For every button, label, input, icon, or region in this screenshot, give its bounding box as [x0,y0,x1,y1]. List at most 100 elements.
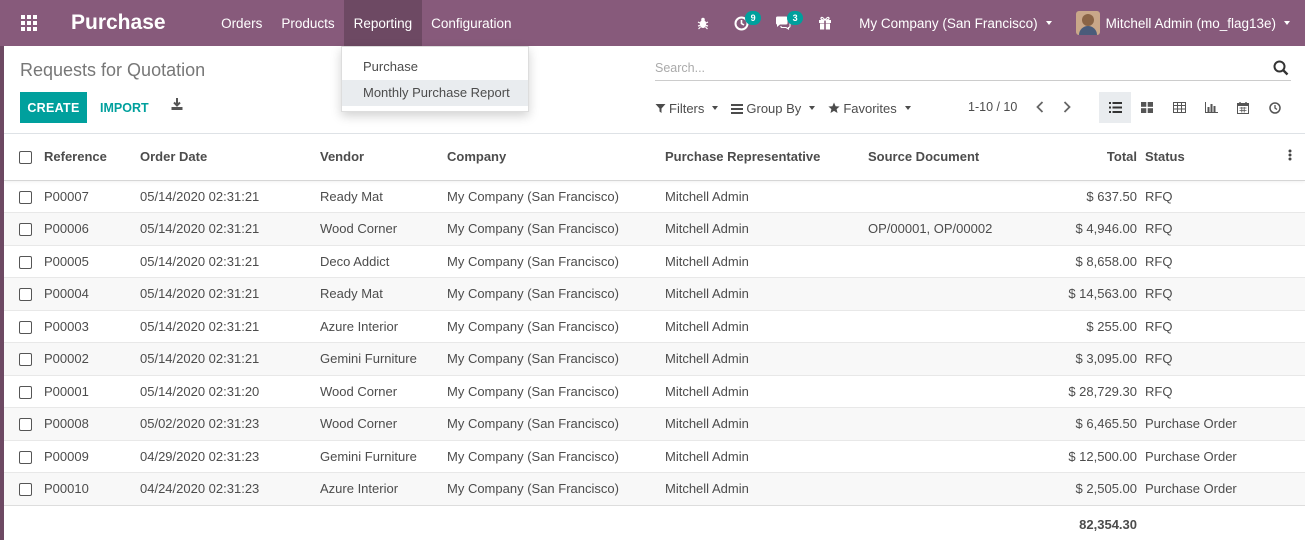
cell-purchase-representative: Mitchell Admin [665,472,868,505]
dropdown-item-monthly-purchase-report[interactable]: Monthly Purchase Report [342,80,528,106]
optional-columns-icon[interactable] [1275,134,1305,181]
cell-total: $ 8,658.00 [1014,244,1145,278]
cell-source-document [868,439,1014,473]
kanban-view-icon[interactable] [1131,92,1163,123]
calendar-view-icon[interactable] [1227,92,1259,123]
table-row[interactable]: P00007 05/14/2020 02:31:21 Ready Mat My Com… [4,180,1305,213]
cell-reference: P00001 [44,374,140,408]
menu-configuration[interactable]: Configuration [422,0,521,46]
dropdown-item-purchase[interactable]: Purchase [342,54,528,80]
company-switcher[interactable]: My Company (San Francisco) [841,16,1064,31]
cell-vendor: Wood Corner [320,374,447,408]
row-select-cell [4,407,44,440]
search-input[interactable] [655,56,1255,80]
row-checkbox[interactable] [19,223,32,237]
cell-status: RFQ [1145,277,1275,310]
cell-order-date: 05/14/2020 02:31:21 [140,212,320,245]
cell-order-date: 04/24/2020 02:31:23 [140,472,320,505]
row-checkbox[interactable] [19,190,32,204]
cell-company: My Company (San Francisco) [447,309,665,343]
menu-orders[interactable]: Orders [212,0,272,46]
bug-icon[interactable] [689,0,717,46]
column-header-order-date[interactable]: Order Date [140,134,320,181]
cell-purchase-representative: Mitchell Admin [665,309,868,343]
row-checkbox[interactable] [19,255,32,269]
column-header-source-document[interactable]: Source Document [868,134,1014,181]
cell-total: $ 12,500.00 [1014,439,1145,473]
row-checkbox[interactable] [19,288,32,302]
column-header-reference[interactable]: Reference [44,134,140,181]
import-button[interactable]: IMPORT [100,92,149,123]
row-checkbox[interactable] [19,483,32,497]
cell-total: $ 3,095.00 [1014,342,1145,375]
filters-dropdown[interactable]: Filters [655,101,719,116]
menu-reporting[interactable]: Reporting [344,0,422,46]
cell-total: $ 255.00 [1014,309,1145,343]
download-icon[interactable] [170,97,186,117]
table-row[interactable]: P00008 05/02/2020 02:31:23 Wood Corner My C… [4,407,1305,440]
row-checkbox[interactable] [19,418,32,432]
pager-previous-icon[interactable] [1030,96,1050,118]
graph-view-icon[interactable] [1195,92,1227,123]
cell-company: My Company (San Francisco) [447,277,665,310]
cell-empty [1275,342,1305,375]
column-header-company[interactable]: Company [447,134,665,181]
row-checkbox[interactable] [19,353,32,367]
row-checkbox[interactable] [19,385,32,399]
activity-view-icon[interactable] [1259,92,1291,123]
cell-company: My Company (San Francisco) [447,439,665,473]
pager-value[interactable]: 1-10 / 10 [968,100,1017,114]
apps-grid-icon[interactable] [0,0,58,46]
select-all-checkbox[interactable] [19,151,32,165]
user-menu[interactable]: Mitchell Admin (mo_flag13e) [1064,11,1305,35]
table-row[interactable]: P00004 05/14/2020 02:31:21 Ready Mat My Com… [4,277,1305,310]
table-row[interactable]: P00009 04/29/2020 02:31:23 Gemini Furnitur… [4,439,1305,473]
cell-total: $ 6,465.50 [1014,407,1145,440]
cell-company: My Company (San Francisco) [447,342,665,375]
search-icon[interactable] [1273,60,1289,76]
cell-purchase-representative: Mitchell Admin [665,374,868,408]
create-button[interactable]: CREATE [20,92,87,123]
pager-next-icon[interactable] [1057,96,1077,118]
top-navbar: Purchase Orders Products Reporting Confi… [0,0,1305,46]
row-select-cell [4,374,44,408]
gift-icon[interactable] [811,0,839,46]
row-checkbox[interactable] [19,320,32,334]
table-row[interactable]: P00002 05/14/2020 02:31:21 Gemini Furnitur… [4,342,1305,375]
reporting-dropdown-menu: Purchase Monthly Purchase Report [341,46,529,112]
table-row[interactable]: P00006 05/14/2020 02:31:21 Wood Corner My C… [4,212,1305,245]
row-select-cell [4,472,44,505]
cell-vendor: Gemini Furniture [320,439,447,473]
row-select-cell [4,180,44,213]
table-row[interactable]: P00010 04/24/2020 02:31:23 Azure Interior M… [4,472,1305,505]
cell-company: My Company (San Francisco) [447,212,665,245]
chat-icon[interactable]: 3 [769,0,804,46]
row-checkbox[interactable] [19,450,32,464]
column-header-total[interactable]: Total [1014,134,1145,181]
row-select-cell [4,439,44,473]
user-name: Mitchell Admin (mo_flag13e) [1105,15,1276,31]
group-by-icon [731,103,744,114]
app-brand[interactable]: Purchase [58,11,178,35]
company-name: My Company (San Francisco) [859,15,1038,31]
cell-purchase-representative: Mitchell Admin [665,244,868,278]
cell-vendor: Ready Mat [320,277,447,310]
table-row[interactable]: P00001 05/14/2020 02:31:20 Wood Corner My C… [4,374,1305,408]
favorites-dropdown[interactable]: Favorites [828,101,911,116]
menu-products[interactable]: Products [272,0,344,46]
column-header-status[interactable]: Status [1145,134,1275,181]
cell-reference: P00004 [44,277,140,310]
pivot-view-icon[interactable] [1163,92,1195,123]
table-row[interactable]: P00003 05/14/2020 02:31:21 Azure Interior M… [4,309,1305,343]
cell-vendor: Wood Corner [320,212,447,245]
table-row[interactable]: P00005 05/14/2020 02:31:21 Deco Addict My C… [4,244,1305,278]
cell-vendor: Wood Corner [320,407,447,440]
column-header-purchase-representative[interactable]: Purchase Representative [665,134,868,181]
list-view-icon[interactable] [1099,92,1131,123]
cell-reference: P00005 [44,244,140,278]
cell-empty [1275,180,1305,213]
cell-vendor: Gemini Furniture [320,342,447,375]
activity-clock-icon[interactable]: 9 [727,0,762,46]
column-header-vendor[interactable]: Vendor [320,134,447,181]
group-by-dropdown[interactable]: Group By [731,101,816,116]
